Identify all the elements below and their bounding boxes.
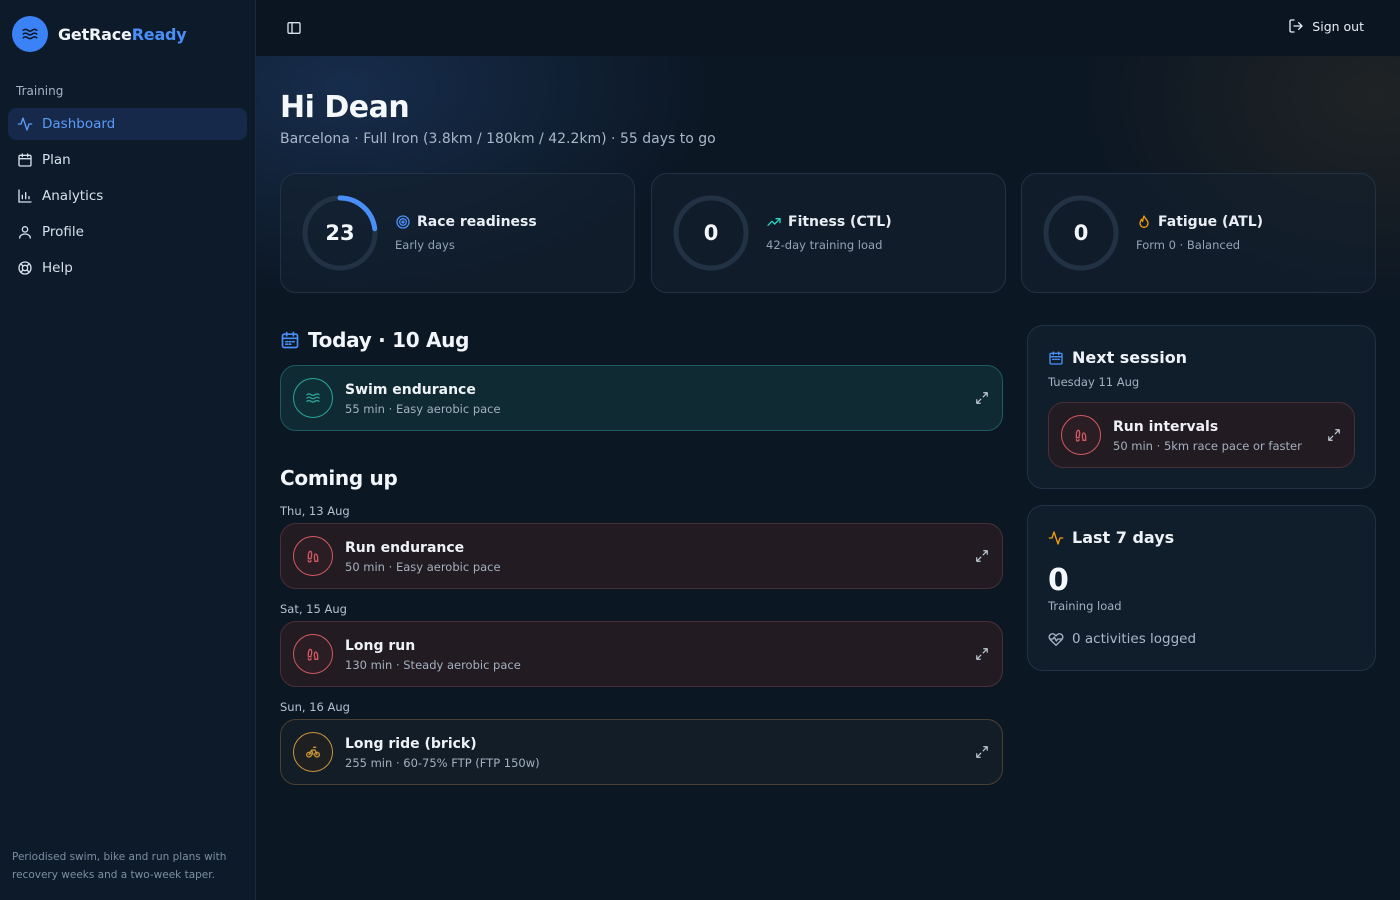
user-icon [16,223,34,241]
stat-subtitle: Early days [395,238,455,252]
trending-up-icon [767,218,781,226]
session-date: Sun, 16 Aug [280,700,350,714]
sidebar-item-label: Profile [42,224,84,240]
stat-subtitle: 42-day training load [766,238,883,252]
fatigue-card: 0 Fatigue (ATL) Form 0 · Balanced [1021,173,1376,293]
sidebar-item-label: Plan [42,152,71,168]
bar-chart-icon [16,187,34,205]
sign-out-label: Sign out [1312,18,1364,34]
sidebar: GetRaceReady Training Dashboard Plan Ana… [0,0,256,900]
session-title: Run endurance [345,540,465,556]
race-readiness-card: 23 Race readiness Early days [280,173,635,293]
expand-icon[interactable] [974,390,990,406]
swim-waves-icon [293,378,333,418]
expand-icon[interactable] [974,548,990,564]
activity-icon [16,115,34,133]
activity-icon [1048,530,1064,545]
activities-logged: 0 activities logged [1048,631,1196,647]
calendar-icon [281,331,299,349]
session-details: 130 min · Steady aerobic pace [345,658,521,672]
expand-icon[interactable] [974,646,990,662]
training-load-label: Training load [1048,599,1122,613]
target-icon [396,215,410,229]
page-title: Hi Dean [280,90,410,125]
session-date: Sat, 15 Aug [280,602,347,616]
race-summary: Barcelona · Full Iron (3.8km / 180km / 4… [280,131,716,147]
expand-icon[interactable] [1326,427,1342,443]
session-title: Swim endurance [345,382,476,398]
upcoming-session-card[interactable]: Long ride (brick) 255 min · 60-75% FTP (… [280,719,1003,785]
next-session-title: Next session [1048,348,1187,367]
session-title: Long run [345,638,416,654]
session-details: 50 min · Easy aerobic pace [345,560,501,574]
footprints-icon [293,634,333,674]
sidebar-item-label: Analytics [42,188,104,204]
today-session-card[interactable]: Swim endurance 55 min · Easy aerobic pac… [280,365,1003,431]
topbar: Sign out [256,0,1400,56]
footprints-icon [293,536,333,576]
stat-title: Race readiness [395,214,537,230]
fitness-card: 0 Fitness (CTL) 42-day training load [651,173,1006,293]
lifebuoy-icon [16,259,34,277]
sidebar-nav: Dashboard Plan Analytics Profile Help [8,108,247,288]
log-out-icon [1289,19,1303,33]
sidebar-item-analytics[interactable]: Analytics [8,180,247,212]
heart-pulse-icon [1048,633,1064,646]
nav-section-label: Training [16,84,64,98]
readiness-value: 23 [325,221,355,245]
session-title: Run intervals [1113,419,1219,435]
bike-icon [293,732,333,772]
sidebar-item-plan[interactable]: Plan [8,144,247,176]
calendar-icon [1049,350,1063,365]
coming-up-heading: Coming up [280,466,398,490]
sidebar-footer-text: Periodised swim, bike and run plans with… [12,851,227,881]
waves-icon [12,16,48,52]
sidebar-item-profile[interactable]: Profile [8,216,247,248]
fatigue-value: 0 [1073,221,1089,245]
next-session-card: Next session Tuesday 11 Aug Run interval… [1027,325,1376,489]
sign-out-button[interactable]: Sign out [1288,18,1364,34]
last-7-days-card: Last 7 days 0 Training load 0 activities… [1027,505,1376,671]
upcoming-session-card[interactable]: Run endurance 50 min · Easy aerobic pace [280,523,1003,589]
last-7-days-title: Last 7 days [1048,528,1174,547]
sidebar-item-help[interactable]: Help [8,252,247,284]
main-content: Hi Dean Barcelona · Full Iron (3.8km / 1… [256,56,1400,900]
sidebar-toggle-icon[interactable] [284,18,304,38]
brand-name: GetRaceReady [58,24,187,44]
sidebar-item-label: Dashboard [42,116,116,132]
footprints-icon [1061,415,1101,455]
calendar-icon [16,151,34,169]
session-details: 50 min · 5km race pace or faster [1113,439,1302,453]
sidebar-item-dashboard[interactable]: Dashboard [8,108,247,140]
session-details: 55 min · Easy aerobic pace [345,402,501,416]
session-details: 255 min · 60-75% FTP (FTP 150w) [345,756,540,770]
stat-title: Fatigue (ATL) [1136,214,1263,230]
expand-icon[interactable] [974,744,990,760]
today-heading: Today · 10 Aug [280,328,469,352]
session-title: Long ride (brick) [345,736,477,752]
next-session-date: Tuesday 11 Aug [1048,375,1140,389]
upcoming-session-card[interactable]: Long run 130 min · Steady aerobic pace [280,621,1003,687]
training-load-value: 0 [1048,563,1069,598]
fitness-value: 0 [703,221,719,245]
brand[interactable]: GetRaceReady [12,16,187,52]
session-date: Thu, 13 Aug [280,504,350,518]
stat-title: Fitness (CTL) [766,214,892,230]
flame-icon [1139,215,1149,228]
next-session-item[interactable]: Run intervals 50 min · 5km race pace or … [1048,402,1355,468]
sidebar-item-label: Help [42,260,73,276]
stat-subtitle: Form 0 · Balanced [1136,238,1241,252]
